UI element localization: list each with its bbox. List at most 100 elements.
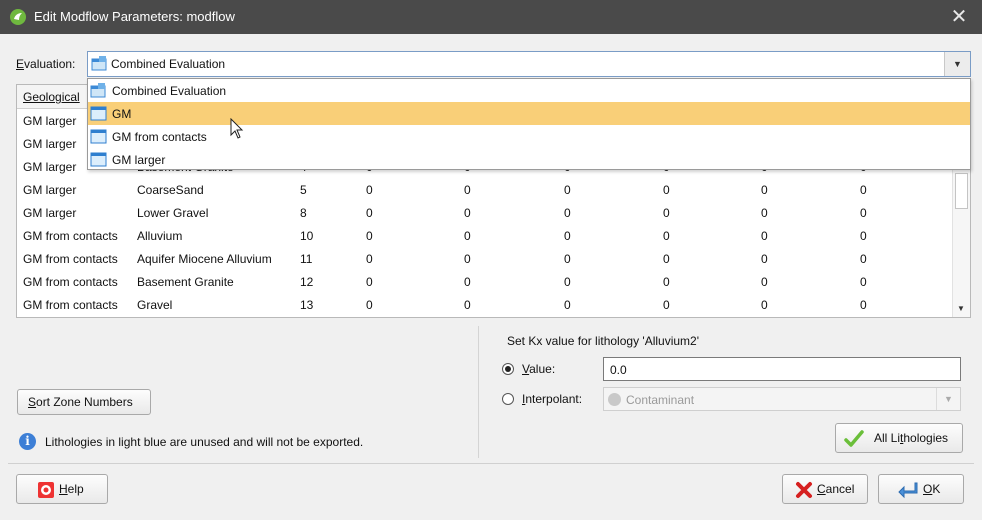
table-cell: 0 (464, 252, 471, 266)
scrollbar-thumb[interactable] (955, 173, 968, 209)
leapfrog-app-icon (10, 9, 26, 25)
dropdown-option[interactable]: Combined Evaluation (88, 79, 970, 102)
table-cell: 0 (860, 275, 867, 289)
evaluation-dropdown-list[interactable]: Combined Evaluation GM GM from contacts GM … (87, 78, 971, 170)
mouse-cursor-icon (230, 118, 244, 139)
table-cell: 0 (761, 298, 768, 312)
table-cell: Lower Gravel (137, 206, 209, 220)
combined-evaluation-icon (91, 56, 107, 71)
close-icon[interactable]: ✕ (936, 0, 982, 34)
footer-divider (8, 463, 974, 464)
kx-value-input[interactable]: 0.0 (603, 357, 961, 381)
info-icon: i (19, 433, 36, 450)
interpolant-combo[interactable]: Contaminant ▼ (603, 387, 961, 411)
dropdown-option[interactable]: GM larger (88, 148, 970, 171)
title-bar: Edit Modflow Parameters: modflow ✕ (0, 0, 982, 34)
table-cell: 0 (860, 206, 867, 220)
table-row[interactable]: GM larger CoarseSand 5 0 0 0 0 0 0 (17, 178, 953, 201)
table-cell: 0 (564, 298, 571, 312)
table-cell: 0 (366, 275, 373, 289)
table-cell: 0 (860, 298, 867, 312)
table-cell: 13 (300, 298, 314, 312)
table-cell: 0 (564, 206, 571, 220)
table-cell: GM from contacts (23, 252, 118, 266)
evaluation-label: Evaluation: (16, 57, 76, 71)
interpolant-value: Contaminant (626, 393, 695, 407)
table-cell: Alluvium (137, 229, 183, 243)
interpolant-radio[interactable] (502, 393, 514, 405)
dropdown-option-label: GM from contacts (112, 130, 207, 144)
dropdown-option-label: GM larger (112, 153, 166, 167)
value-radio[interactable] (502, 363, 514, 375)
table-cell: GM larger (23, 137, 77, 151)
cancel-x-icon (796, 482, 812, 498)
kx-title: Set Kx value for lithology 'Alluvium2' (507, 334, 700, 348)
interpolant-radio-label: Interpolant: (522, 392, 583, 406)
chevron-down-icon[interactable]: ▼ (944, 52, 970, 76)
table-cell: GM from contacts (23, 275, 118, 289)
dropdown-option[interactable]: GM from contacts (88, 125, 970, 148)
sort-zone-numbers-button[interactable]: Sort Zone Numbers (17, 389, 151, 415)
table-cell: 0 (663, 206, 670, 220)
table-cell: 0 (860, 229, 867, 243)
value-radio-label: Value: (522, 362, 556, 376)
combined-evaluation-icon (90, 83, 106, 98)
table-cell: 0 (663, 275, 670, 289)
table-cell: GM larger (23, 160, 77, 174)
table-cell: GM larger (23, 183, 77, 197)
table-cell: GM larger (23, 114, 77, 128)
evaluation-selected-value: Combined Evaluation (111, 57, 226, 71)
table-cell: 0 (564, 252, 571, 266)
table-cell: 0 (464, 275, 471, 289)
table-cell: 0 (761, 252, 768, 266)
table-cell: 0 (663, 298, 670, 312)
table-row[interactable]: GM from contacts Aquifer Miocene Alluvium… (17, 247, 953, 270)
scroll-down-icon[interactable]: ▼ (957, 304, 965, 313)
table-cell: 0 (761, 229, 768, 243)
table-cell: 0 (761, 183, 768, 197)
all-lithologies-button[interactable]: All Lithologies (835, 423, 963, 453)
table-cell: 0 (366, 206, 373, 220)
dropdown-option[interactable]: GM (88, 102, 970, 125)
table-row[interactable]: GM from contacts Gravel 13 0 0 0 0 0 0 (17, 293, 953, 316)
dropdown-option-label: GM (112, 107, 132, 121)
table-cell: 0 (366, 298, 373, 312)
table-cell: Aquifer Miocene Alluvium (137, 252, 272, 266)
table-cell: 5 (300, 183, 307, 197)
table-cell: 0 (366, 252, 373, 266)
table-cell: 0 (366, 183, 373, 197)
help-button[interactable]: Help (16, 474, 108, 504)
table-cell: 0 (564, 183, 571, 197)
evaluation-combo[interactable]: Combined Evaluation ▼ (87, 51, 971, 77)
table-cell: 10 (300, 229, 314, 243)
table-cell: 0 (464, 183, 471, 197)
window-title: Edit Modflow Parameters: modflow (34, 9, 235, 24)
table-row[interactable]: GM from contacts Alluvium 10 0 0 0 0 0 0 (17, 224, 953, 247)
table-cell: 0 (761, 275, 768, 289)
table-row[interactable]: GM larger Lower Gravel 8 0 0 0 0 0 0 (17, 201, 953, 224)
dropdown-option-label: Combined Evaluation (112, 84, 227, 98)
column-header-geological[interactable]: Geological (23, 90, 80, 104)
chevron-down-icon[interactable]: ▼ (936, 388, 960, 410)
info-text: Lithologies in light blue are unused and… (45, 435, 364, 449)
table-cell: GM larger (23, 206, 77, 220)
table-cell: 0 (761, 206, 768, 220)
table-cell: 0 (564, 229, 571, 243)
table-cell: Gravel (137, 298, 173, 312)
cancel-button[interactable]: Cancel (782, 474, 868, 504)
table-cell: Basement Granite (137, 275, 234, 289)
table-cell: 0 (366, 229, 373, 243)
table-cell: 12 (300, 275, 314, 289)
table-cell: 11 (300, 252, 313, 266)
interpolant-icon (608, 393, 621, 406)
checkmark-icon (844, 430, 864, 447)
table-cell: 0 (464, 206, 471, 220)
geological-model-icon (90, 129, 107, 144)
ok-button[interactable]: OK (878, 474, 964, 504)
table-row[interactable]: GM from contacts Basement Granite 12 0 0 0 0 0 0 (17, 270, 953, 293)
lifebuoy-icon (38, 482, 54, 498)
table-cell: GM from contacts (23, 229, 118, 243)
table-cell: 0 (663, 252, 670, 266)
table-cell: 0 (860, 183, 867, 197)
geological-model-icon (90, 152, 107, 167)
